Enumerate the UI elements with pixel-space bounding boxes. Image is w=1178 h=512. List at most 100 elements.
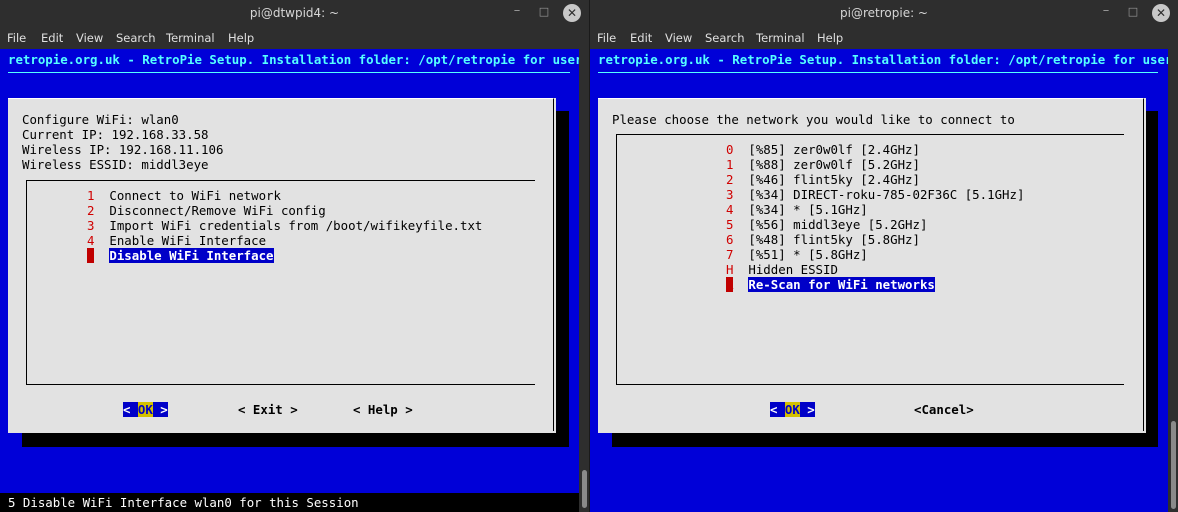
- item-tag: 1: [726, 157, 734, 172]
- menu-help[interactable]: Help: [228, 31, 254, 45]
- help-button[interactable]: < Help >: [353, 402, 413, 417]
- backtitle-rule: [8, 72, 570, 73]
- maximize-icon[interactable]: □: [536, 4, 552, 20]
- menu-item-import[interactable]: 3 Import WiFi credentials from /boot/wif…: [87, 218, 482, 233]
- network-item[interactable]: 2 [%46] flint5ky [2.4GHz]: [726, 172, 920, 187]
- item-tag: 3: [726, 187, 734, 202]
- titlebar-left[interactable]: pi@dtwpid4: ~ – □ ✕: [0, 0, 589, 27]
- item-label: [%51] * [5.8GHz]: [748, 247, 868, 262]
- item-label: Disable WiFi Interface: [109, 248, 274, 263]
- network-item[interactable]: 1 [%88] zer0w0lf [5.2GHz]: [726, 157, 920, 172]
- dialog: Configure WiFi: wlan0 Current IP: 192.16…: [8, 98, 556, 433]
- hidden-essid-item[interactable]: H Hidden ESSID: [726, 262, 838, 277]
- menu-search[interactable]: Search: [705, 31, 745, 45]
- item-tag: 2: [87, 203, 95, 218]
- item-tag: 6: [726, 232, 734, 247]
- backtitle: retropie.org.uk - RetroPie Setup. Instal…: [598, 52, 1173, 67]
- scrollbar-thumb[interactable]: [582, 470, 587, 508]
- terminal-window-right: pi@retropie: ~ – □ ✕ File Edit View Sear…: [590, 0, 1178, 512]
- menu-file[interactable]: File: [597, 31, 616, 45]
- terminal-screen[interactable]: retropie.org.uk - RetroPie Setup. Instal…: [590, 49, 1178, 512]
- info-line: Wireless ESSID: middl3eye: [22, 157, 209, 172]
- window-title: pi@retropie: ~: [840, 6, 928, 20]
- item-tag: H: [726, 262, 734, 277]
- exit-button[interactable]: < Exit >: [238, 402, 298, 417]
- ok-bracket: <: [770, 402, 785, 417]
- menu-item-disconnect[interactable]: 2 Disconnect/Remove WiFi config: [87, 203, 326, 218]
- item-tag: R: [726, 277, 734, 292]
- scrollbar[interactable]: [1168, 49, 1178, 512]
- maximize-icon[interactable]: □: [1125, 4, 1141, 20]
- menu-view[interactable]: View: [76, 31, 103, 45]
- menu-terminal[interactable]: Terminal: [756, 31, 805, 45]
- backtitle-rule: [598, 72, 1158, 73]
- menubar-left: File Edit View Search Terminal Help: [0, 27, 589, 49]
- item-label: [%34] * [5.1GHz]: [748, 202, 868, 217]
- status-text: 5 Disable WiFi Interface wlan0 for this …: [8, 495, 359, 510]
- network-item[interactable]: 5 [%56] middl3eye [5.2GHz]: [726, 217, 927, 232]
- close-icon[interactable]: ✕: [1152, 4, 1170, 22]
- menu-item-connect[interactable]: 1 Connect to WiFi network: [87, 188, 281, 203]
- info-line: Wireless IP: 192.168.11.106: [22, 142, 224, 157]
- scrollbar[interactable]: [579, 49, 589, 512]
- item-label: Connect to WiFi network: [109, 188, 281, 203]
- ok-button[interactable]: < OK >: [123, 402, 168, 417]
- menu-search[interactable]: Search: [116, 31, 156, 45]
- item-label: Import WiFi credentials from /boot/wifik…: [109, 218, 483, 233]
- window-title: pi@dtwpid4: ~: [249, 6, 340, 20]
- item-tag: 7: [726, 247, 734, 262]
- network-item[interactable]: 3 [%34] DIRECT-roku-785-02F36C [5.1GHz]: [726, 187, 1024, 202]
- ok-label: OK: [784, 402, 800, 417]
- network-item[interactable]: 4 [%34] * [5.1GHz]: [726, 202, 868, 217]
- item-tag: 0: [726, 142, 734, 157]
- network-item[interactable]: 6 [%48] flint5ky [5.8GHz]: [726, 232, 920, 247]
- item-tag: 5: [87, 248, 95, 263]
- item-label: [%48] flint5ky [5.8GHz]: [748, 232, 920, 247]
- minimize-icon[interactable]: –: [509, 4, 525, 20]
- item-label: [%88] zer0w0lf [5.2GHz]: [748, 157, 920, 172]
- ok-bracket: <: [123, 402, 138, 417]
- item-label: Re-Scan for WiFi networks: [748, 277, 935, 292]
- titlebar-right[interactable]: pi@retropie: ~ – □ ✕: [590, 0, 1178, 27]
- ok-bracket: >: [799, 402, 815, 417]
- item-label: [%34] DIRECT-roku-785-02F36C [5.1GHz]: [748, 187, 1025, 202]
- item-tag: 2: [726, 172, 734, 187]
- menu-item-enable[interactable]: 4 Enable WiFi Interface: [87, 233, 266, 248]
- network-item[interactable]: 0 [%85] zer0w0lf [2.4GHz]: [726, 142, 920, 157]
- menu-help[interactable]: Help: [817, 31, 843, 45]
- item-label: [%56] middl3eye [5.2GHz]: [748, 217, 928, 232]
- info-line: Current IP: 192.168.33.58: [22, 127, 209, 142]
- dialog-prompt: Please choose the network you would like…: [612, 112, 1015, 127]
- item-tag: 4: [726, 202, 734, 217]
- item-label: Enable WiFi Interface: [109, 233, 267, 248]
- scrollbar-thumb[interactable]: [1171, 421, 1176, 509]
- item-tag: 3: [87, 218, 95, 233]
- network-item[interactable]: 7 [%51] * [5.8GHz]: [726, 247, 868, 262]
- item-tag: 5: [726, 217, 734, 232]
- item-label: [%85] zer0w0lf [2.4GHz]: [748, 142, 920, 157]
- item-label: Hidden ESSID: [748, 262, 838, 277]
- menu-edit[interactable]: Edit: [41, 31, 63, 45]
- backtitle: retropie.org.uk - RetroPie Setup. Instal…: [8, 52, 583, 67]
- rescan-item[interactable]: R Re-Scan for WiFi networks: [726, 277, 935, 292]
- ok-label: OK: [137, 402, 153, 417]
- cancel-button[interactable]: <Cancel>: [914, 402, 974, 417]
- item-label: [%46] flint5ky [2.4GHz]: [748, 172, 920, 187]
- ok-bracket: >: [152, 402, 168, 417]
- menu-edit[interactable]: Edit: [630, 31, 652, 45]
- info-line: Configure WiFi: wlan0: [22, 112, 179, 127]
- item-tag: 4: [87, 233, 95, 248]
- menu-view[interactable]: View: [665, 31, 692, 45]
- menu-item-disable[interactable]: 5 Disable WiFi Interface: [87, 248, 274, 263]
- terminal-window-left: pi@dtwpid4: ~ – □ ✕ File Edit View Searc…: [0, 0, 589, 512]
- menu-file[interactable]: File: [7, 31, 26, 45]
- ok-button[interactable]: < OK >: [770, 402, 815, 417]
- item-tag: 1: [87, 188, 95, 203]
- terminal-screen[interactable]: retropie.org.uk - RetroPie Setup. Instal…: [0, 49, 589, 512]
- item-label: Disconnect/Remove WiFi config: [109, 203, 326, 218]
- menu-terminal[interactable]: Terminal: [166, 31, 215, 45]
- dialog: Please choose the network you would like…: [598, 98, 1146, 433]
- close-icon[interactable]: ✕: [563, 4, 581, 22]
- menubar-right: File Edit View Search Terminal Help: [590, 27, 1178, 49]
- minimize-icon[interactable]: –: [1098, 4, 1114, 20]
